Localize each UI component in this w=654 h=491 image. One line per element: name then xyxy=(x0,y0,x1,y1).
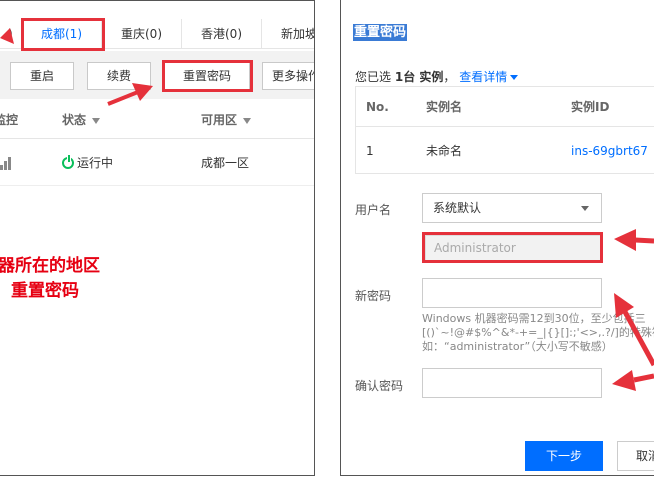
instance-table-header: No. 实例名 实例ID xyxy=(356,87,654,127)
zone-column-header[interactable]: 可用区 xyxy=(201,101,252,139)
selected-prefix: 您已选 xyxy=(355,70,392,84)
confirm-password-label: 确认密码 xyxy=(355,379,404,393)
zone-cell: 成都一区 xyxy=(201,156,250,170)
power-icon xyxy=(62,155,74,169)
filter-icon[interactable] xyxy=(92,117,101,124)
instance-list-panel: ) 成都(1) 重庆(0) 香港(0) 新加坡 重启 续费 重置密码 更多操作 … xyxy=(0,0,315,476)
filter-icon[interactable] xyxy=(243,117,252,124)
instance-name: 未命名 xyxy=(426,144,463,158)
reset-password-dialog: 重置密码 您已选 1台 实例， 查看详情 No. 实例名 实例ID 1 未命名 … xyxy=(340,0,654,476)
instance-toolbar: 重启 续费 重置密码 更多操作 xyxy=(0,51,314,99)
username-select-value: 系统默认 xyxy=(433,201,482,215)
chevron-down-icon xyxy=(581,206,589,211)
highlight-reset-box xyxy=(162,60,253,92)
username-select[interactable]: 系统默认 xyxy=(422,193,602,223)
region-tab-hongkong[interactable]: 香港(0) xyxy=(182,19,262,49)
monitor-column-header: 监控 xyxy=(0,113,19,127)
zone-header-label: 可用区 xyxy=(201,113,238,127)
status-cell: 运行中 xyxy=(62,140,113,186)
cancel-button[interactable]: 取消 xyxy=(617,441,654,471)
instance-id-link[interactable]: ins-69gbrt67 xyxy=(571,128,648,174)
region-tab-previous[interactable]: ) xyxy=(0,19,22,49)
password-hint: Windows 机器密码需12到30位，至少包括三 [()`~!@#$%^&*-… xyxy=(422,312,654,354)
annotation-reset-text: 重置密码 xyxy=(11,281,79,301)
password-hint-line-1: Windows 机器密码需12到30位，至少包括三 xyxy=(422,312,646,325)
more-actions-button[interactable]: 更多操作 xyxy=(262,62,314,90)
no-column-header: No. xyxy=(366,100,389,114)
annotation-region-text: 器所在的地区 xyxy=(0,256,100,276)
monitor-chart-icon[interactable] xyxy=(0,156,14,170)
name-column-header: 实例名 xyxy=(426,100,463,114)
instance-table: No. 实例名 实例ID 1 未命名 ins-69gbrt67 xyxy=(355,86,654,174)
dialog-title: 重置密码 xyxy=(353,24,408,41)
instance-table-header: 监控 状态 可用区 xyxy=(0,101,314,139)
username-label: 用户名 xyxy=(355,203,392,217)
password-hint-line-3: 如：“administrator”（大小写不敏感） xyxy=(422,340,613,353)
next-step-button[interactable]: 下一步 xyxy=(525,441,603,471)
new-password-field[interactable] xyxy=(422,278,602,308)
confirm-password-field[interactable] xyxy=(422,368,602,398)
status-column-header[interactable]: 状态 xyxy=(62,101,101,139)
highlight-username-box xyxy=(422,232,603,263)
password-hint-line-2: [()`~!@#$%^&*-+=_|{}[]:;'<>,.?/]的特殊符号） xyxy=(422,326,654,339)
status-text: 运行中 xyxy=(77,156,114,170)
renew-button[interactable]: 续费 xyxy=(87,62,151,90)
selected-separator: ， xyxy=(443,70,456,84)
selected-summary: 您已选 1台 实例， 查看详情 xyxy=(355,68,519,85)
view-details-link[interactable]: 查看详情 xyxy=(459,70,519,84)
status-header-label: 状态 xyxy=(62,113,87,127)
restart-button[interactable]: 重启 xyxy=(10,62,74,90)
highlight-region-box xyxy=(21,18,105,51)
selected-count: 1台 实例 xyxy=(394,70,444,84)
table-row: 运行中 成都一区 xyxy=(0,140,314,186)
id-column-header: 实例ID xyxy=(571,100,610,114)
view-details-label: 查看详情 xyxy=(459,70,508,84)
region-tab-chongqing[interactable]: 重庆(0) xyxy=(102,19,182,49)
new-password-label: 新密码 xyxy=(355,289,392,303)
row-number: 1 xyxy=(366,144,374,158)
chevron-down-icon xyxy=(510,75,519,80)
region-tab-singapore[interactable]: 新加坡 xyxy=(262,19,314,49)
